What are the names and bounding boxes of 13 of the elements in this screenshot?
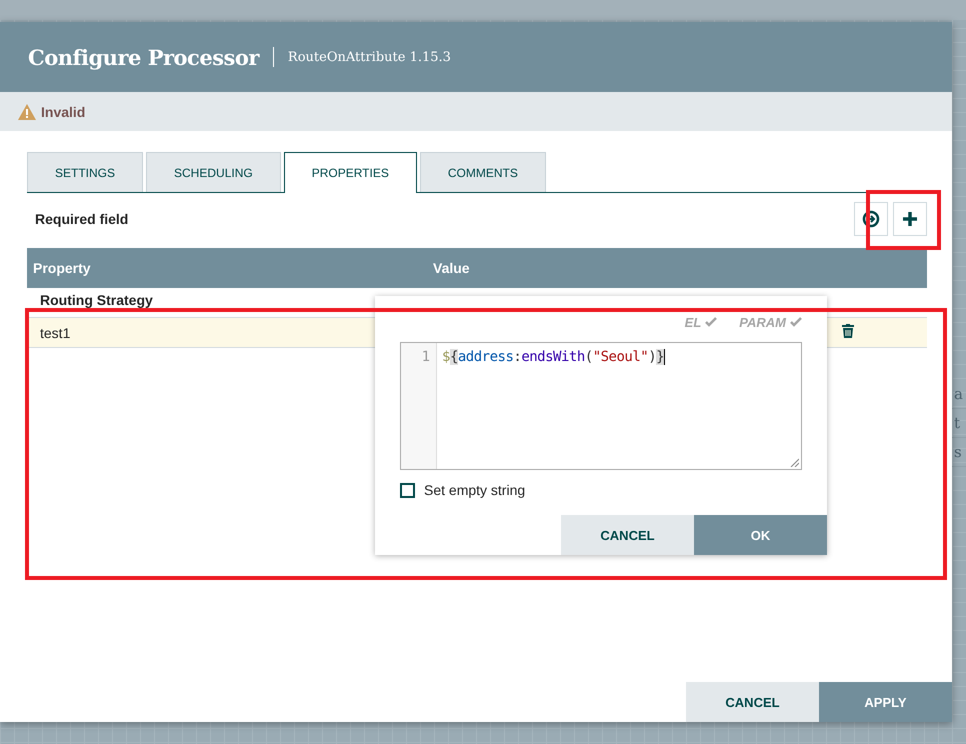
property-name: Routing Strategy bbox=[39, 292, 154, 308]
flag-label: EL bbox=[684, 314, 718, 330]
status-text: Invalid bbox=[41, 104, 86, 120]
required-field-label: Required field bbox=[35, 211, 128, 227]
column-header: Property bbox=[32, 260, 92, 276]
code-line: ${address:endsWith("Seoul")} bbox=[441, 348, 666, 365]
property-name: test1 bbox=[39, 324, 72, 340]
line-number: 1 bbox=[401, 343, 437, 469]
checkbox-label: Set empty string bbox=[424, 482, 526, 498]
processor-type: RouteOnAttribute 1.15.3 bbox=[288, 50, 451, 64]
flag-label: PARAM bbox=[739, 314, 802, 330]
column-header: Value bbox=[432, 260, 471, 276]
dialog-title: Configure Processor bbox=[28, 44, 259, 70]
